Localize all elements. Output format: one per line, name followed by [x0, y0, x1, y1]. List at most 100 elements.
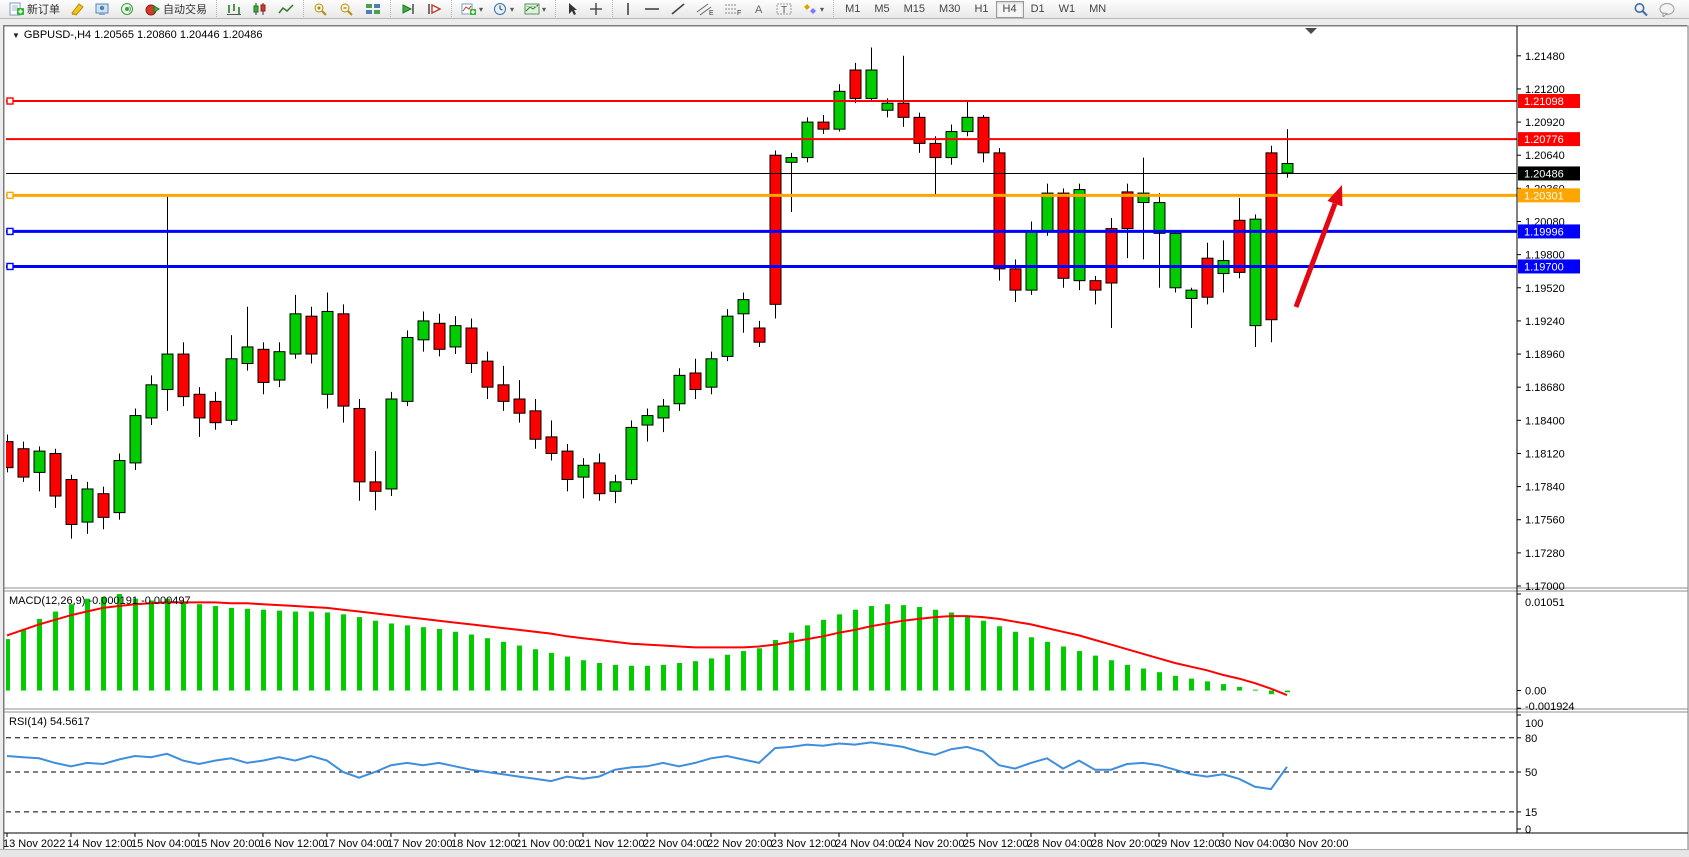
candle-body-bull: [226, 359, 237, 421]
candle-body-bear: [754, 328, 765, 342]
rsi-tick-label: 50: [1525, 767, 1537, 779]
candle-body-bull: [866, 70, 877, 98]
price-tick-label: 1.18400: [1525, 415, 1565, 427]
macd-tick-label: 0.00: [1525, 686, 1546, 698]
candle-body-bull: [610, 482, 621, 491]
macd-histogram-bar: [1269, 691, 1274, 695]
candle-body-bull: [322, 311, 333, 394]
macd-histogram-bar: [965, 616, 970, 690]
candle-body-bull: [578, 465, 589, 477]
price-tick-label: 1.20640: [1525, 150, 1565, 162]
macd-histogram-bar: [1109, 660, 1114, 690]
macd-histogram-bar: [389, 623, 394, 690]
macd-histogram-bar: [1125, 665, 1130, 691]
macd-histogram-bar: [37, 619, 42, 691]
candle-body-bear: [98, 494, 109, 518]
candle-body-bear: [514, 399, 525, 413]
macd-histogram-bar: [197, 604, 202, 690]
macd-histogram-bar: [1013, 632, 1018, 691]
price-badge-label: 1.20486: [1524, 168, 1564, 180]
rsi-tick-label: 100: [1525, 718, 1543, 730]
rsi-indicator-label: RSI(14) 54.5617: [9, 716, 90, 728]
candle-body-bull: [146, 385, 157, 418]
macd-histogram-bar: [837, 614, 842, 690]
macd-histogram-bar: [581, 660, 586, 690]
price-tick-label: 1.17560: [1525, 515, 1565, 527]
candle-body-bear: [1202, 258, 1213, 297]
candle-body-bear: [770, 155, 781, 304]
hline-anchor[interactable]: [7, 192, 13, 198]
candle-body-bull: [674, 375, 685, 403]
macd-histogram-bar: [1141, 668, 1146, 690]
macd-histogram-bar: [1077, 651, 1082, 691]
price-tick-label: 1.19240: [1525, 316, 1565, 328]
candle-body-bear: [434, 323, 445, 349]
candle-body-bull: [1282, 164, 1293, 173]
candle-body-bear: [1122, 192, 1133, 229]
macd-histogram-bar: [533, 649, 538, 690]
candle-body-bear: [562, 451, 573, 479]
macd-histogram-bar: [341, 614, 346, 690]
macd-histogram-bar: [1253, 690, 1258, 691]
macd-histogram-bar: [21, 630, 26, 691]
macd-histogram-bar: [677, 663, 682, 691]
macd-histogram-bar: [869, 606, 874, 691]
macd-histogram-bar: [101, 597, 106, 691]
candle-body-bear: [690, 373, 701, 390]
candle-body-bull: [1026, 231, 1037, 290]
macd-histogram-bar: [485, 638, 490, 690]
candle-body-bear: [850, 70, 861, 98]
hline-anchor[interactable]: [7, 98, 13, 104]
macd-histogram-bar: [133, 599, 138, 691]
price-badge-label: 1.19996: [1524, 226, 1564, 238]
candle-body-bear: [530, 411, 541, 439]
macd-histogram-bar: [261, 610, 266, 691]
horizontal-scrollbar[interactable]: [0, 849, 1689, 857]
price-tick-label: 1.19520: [1525, 283, 1565, 295]
candle-body-bull: [290, 314, 301, 354]
candle-body-bull: [722, 316, 733, 356]
macd-histogram-bar: [1173, 676, 1178, 691]
candle-body-bear: [898, 103, 909, 117]
macd-histogram-bar: [1205, 681, 1210, 690]
candle-body-bull: [82, 489, 93, 522]
chart-window-frame: [4, 26, 1688, 850]
rsi-tick-label: 0: [1525, 824, 1531, 836]
candle-body-bull: [1042, 193, 1053, 231]
macd-histogram-bar: [1045, 642, 1050, 691]
hline-anchor[interactable]: [7, 263, 13, 269]
price-tick-label: 1.18680: [1525, 382, 1565, 394]
candle-body-bear: [338, 314, 349, 406]
candle-body-bull: [642, 416, 653, 425]
macd-histogram-bar: [1029, 637, 1034, 690]
price-tick-label: 1.17280: [1525, 548, 1565, 560]
macd-histogram-bar: [773, 640, 778, 691]
candle-body-bull: [1154, 203, 1165, 234]
macd-histogram-bar: [613, 665, 618, 691]
candle-body-bear: [258, 349, 269, 382]
macd-histogram-bar: [901, 605, 906, 690]
candle-body-bull: [450, 326, 461, 347]
candle-body-bear: [978, 117, 989, 153]
candle-body-bear: [178, 354, 189, 397]
macd-histogram-bar: [949, 612, 954, 690]
chart-canvas[interactable]: 1.214801.212001.209201.206401.203601.200…: [1, 1, 1689, 857]
price-tick-label: 1.20920: [1525, 117, 1565, 129]
macd-histogram-bar: [293, 612, 298, 691]
rsi-tick-label: 80: [1525, 733, 1537, 745]
macd-histogram-bar: [325, 612, 330, 690]
macd-histogram-bar: [709, 658, 714, 690]
candle-body-bull: [946, 132, 957, 158]
macd-indicator-label: MACD(12,26,9) -0.000191 -0.000497: [9, 595, 191, 607]
price-badge-label: 1.19700: [1524, 261, 1564, 273]
macd-histogram-bar: [885, 604, 890, 690]
macd-histogram-bar: [981, 621, 986, 691]
macd-histogram-bar: [437, 629, 442, 691]
candle-body-bull: [1170, 233, 1181, 287]
hline-anchor[interactable]: [7, 228, 13, 234]
candle-body-bull: [402, 337, 413, 401]
macd-histogram-bar: [805, 625, 810, 690]
macd-histogram-bar: [629, 666, 634, 691]
chart-window[interactable]: 1.214801.212001.209201.206401.203601.200…: [3, 25, 1687, 849]
collapse-triangle-icon[interactable]: ▼: [12, 31, 20, 40]
